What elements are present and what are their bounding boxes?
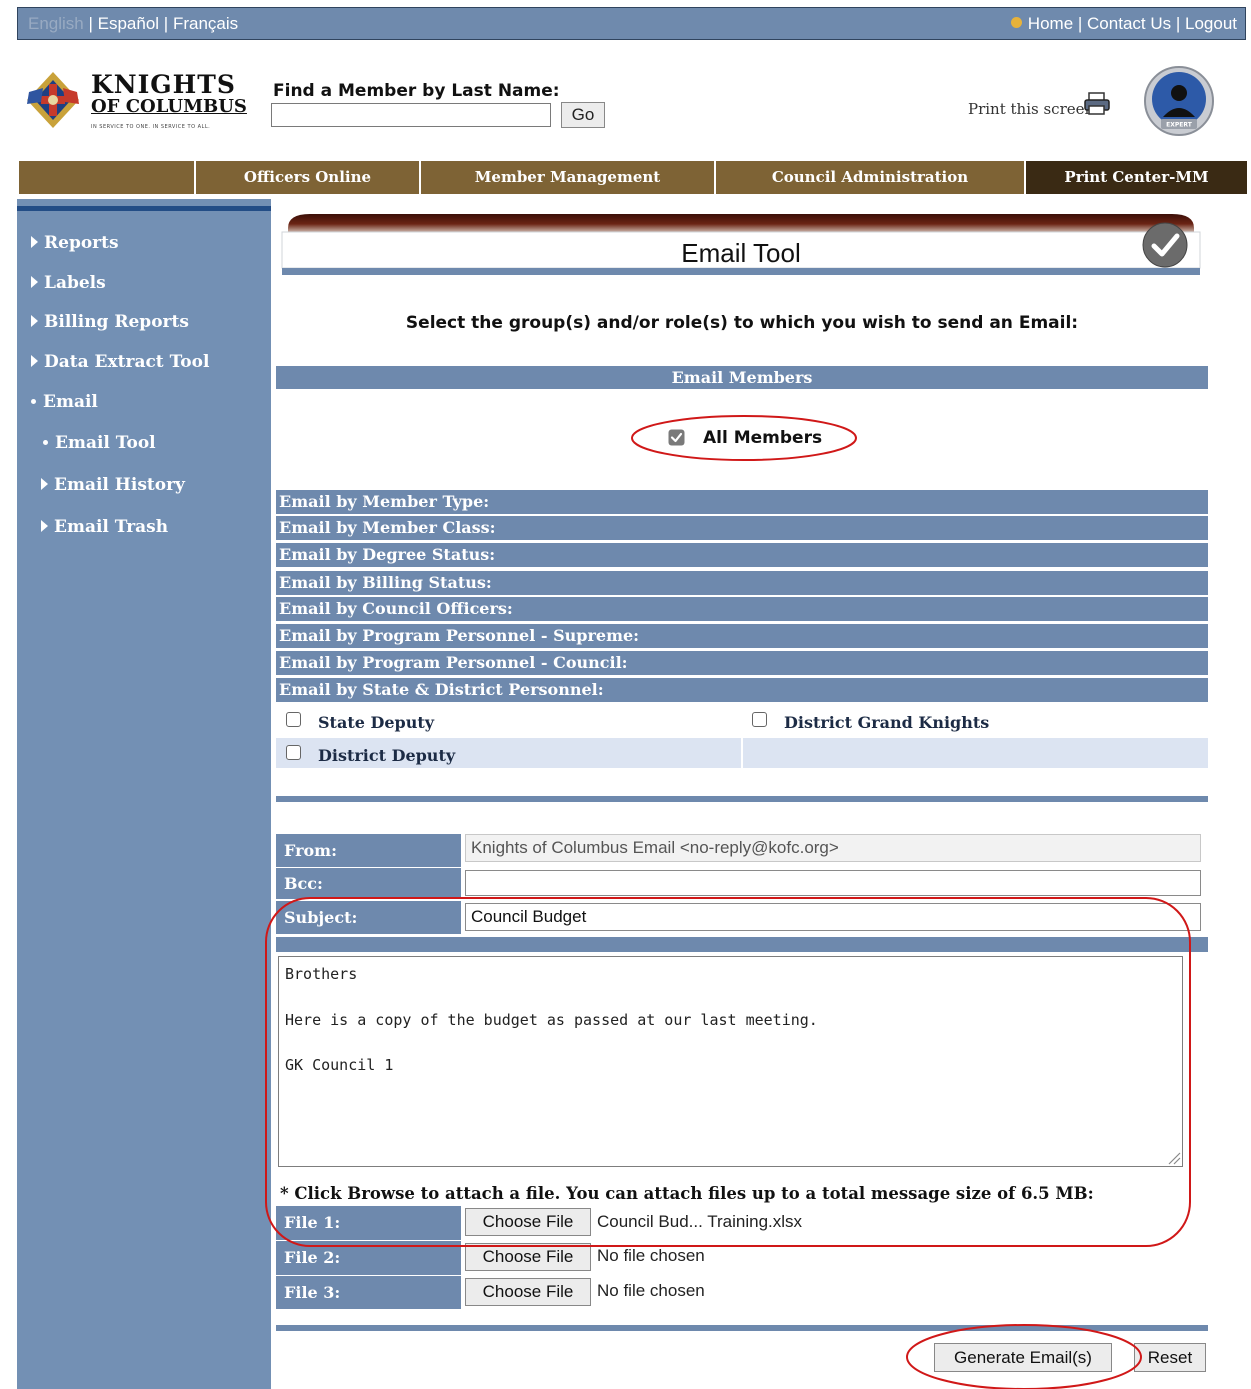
email-members-header: Email Members	[276, 366, 1208, 389]
printer-icon[interactable]	[1083, 92, 1111, 116]
page-title-panel: Email Tool	[280, 210, 1202, 278]
last-name-search-input[interactable]	[271, 103, 551, 127]
from-label: From:	[276, 834, 461, 867]
district-grand-knights-checkbox[interactable]	[752, 712, 767, 727]
all-members-label: All Members	[703, 428, 823, 448]
nav-tab-officers-online[interactable]: Officers Online	[194, 161, 419, 194]
message-header-bar	[276, 937, 1208, 952]
nav-tab-blank[interactable]	[19, 161, 194, 194]
caret-right-icon	[31, 276, 38, 288]
state-deputy-checkbox[interactable]	[286, 712, 301, 727]
main-nav: Officers Online Member Management Counci…	[19, 161, 1247, 194]
sidebar-item-data-extract-tool[interactable]: Data Extract Tool	[31, 352, 209, 372]
sidebar-item-labels[interactable]: Labels	[31, 273, 106, 293]
file2-name: No file chosen	[597, 1246, 705, 1265]
lang-english[interactable]: English	[28, 14, 84, 33]
kofc-logo[interactable]: KNIGHTS OF COLUMBUS IN SERVICE TO ONE. I…	[19, 68, 264, 134]
section-member-type[interactable]: Email by Member Type:	[276, 490, 1208, 514]
message-textarea[interactable]: Brothers Here is a copy of the budget as…	[278, 956, 1183, 1167]
sidebar-subitem-email-trash[interactable]: Email Trash	[41, 517, 168, 537]
contact-us-link[interactable]: Contact Us	[1087, 14, 1171, 33]
top-bar: English | Español | Français Home | Cont…	[17, 7, 1246, 40]
district-deputy-label: District Deputy	[318, 746, 456, 765]
section-billing-status[interactable]: Email by Billing Status:	[276, 571, 1208, 595]
sidebar-subitem-email-history[interactable]: Email History	[41, 475, 185, 495]
footer-separator-bar	[276, 1325, 1208, 1331]
section-program-personnel-supreme[interactable]: Email by Program Personnel - Supreme:	[276, 624, 1208, 648]
caret-right-icon	[41, 520, 48, 532]
caret-right-icon	[31, 355, 38, 367]
file3-name: No file chosen	[597, 1281, 705, 1300]
find-member-label: Find a Member by Last Name:	[273, 81, 560, 101]
file1-name: Council Bud... Training.xlsx	[597, 1212, 803, 1231]
page-title: Email Tool	[681, 238, 801, 268]
file2-choose-button[interactable]: Choose File	[465, 1243, 591, 1271]
reset-button[interactable]: Reset	[1134, 1343, 1206, 1372]
sidebar-item-email[interactable]: Email	[31, 392, 98, 412]
sidebar-item-billing-reports[interactable]: Billing Reports	[31, 312, 189, 332]
sidebar-top-line	[17, 206, 271, 211]
badge-label: EXPERT	[1166, 122, 1193, 129]
district-grand-knights-label: District Grand Knights	[784, 713, 990, 732]
sidebar-item-reports[interactable]: Reports	[31, 233, 119, 253]
all-members-checkbox[interactable]	[668, 429, 685, 446]
caret-right-icon	[31, 236, 38, 248]
file2-label: File 2:	[276, 1241, 461, 1275]
file3-label: File 3:	[276, 1276, 461, 1309]
logout-link[interactable]: Logout	[1185, 14, 1237, 33]
logo-title: KNIGHTS	[91, 70, 236, 99]
separator-bar	[276, 796, 1208, 802]
file1-choose-button[interactable]: Choose File	[465, 1208, 591, 1236]
checkmark-icon	[1142, 222, 1188, 268]
section-member-class[interactable]: Email by Member Class:	[276, 516, 1208, 540]
nav-tab-council-administration[interactable]: Council Administration	[714, 161, 1024, 194]
top-links: Home | Contact Us | Logout	[1010, 14, 1237, 34]
sidebar: Reports Labels Billing Reports Data Extr…	[17, 199, 271, 1389]
bullet-icon	[31, 399, 36, 404]
subject-label: Subject:	[276, 901, 461, 934]
sidebar-subitem-email-tool[interactable]: Email Tool	[43, 433, 156, 453]
caret-right-icon	[31, 315, 38, 327]
resize-handle-icon[interactable]	[1167, 1151, 1181, 1165]
language-switcher: English | Español | Français	[28, 14, 239, 33]
go-button[interactable]: Go	[561, 102, 605, 128]
lang-espanol[interactable]: Español	[98, 14, 159, 33]
bcc-label: Bcc:	[276, 868, 461, 899]
kofc-emblem-icon	[27, 72, 79, 128]
section-council-officers[interactable]: Email by Council Officers:	[276, 597, 1208, 621]
bullet-icon	[43, 440, 48, 445]
attach-instructions: * Click Browse to attach a file. You can…	[280, 1184, 1094, 1203]
generate-emails-button[interactable]: Generate Email(s)	[934, 1343, 1112, 1372]
bcc-field[interactable]	[465, 870, 1201, 896]
expert-badge-icon: EXPERT	[1144, 66, 1214, 136]
file3-choose-button[interactable]: Choose File	[465, 1278, 591, 1306]
section-degree-status[interactable]: Email by Degree Status:	[276, 543, 1208, 567]
from-field: Knights of Columbus Email <no-reply@kofc…	[465, 834, 1201, 862]
section-state-district-personnel[interactable]: Email by State & District Personnel:	[276, 678, 1208, 702]
section-program-personnel-council[interactable]: Email by Program Personnel - Council:	[276, 651, 1208, 675]
caret-right-icon	[41, 478, 48, 490]
district-deputy-checkbox[interactable]	[286, 745, 301, 760]
lang-francais[interactable]: Français	[173, 14, 238, 33]
subject-field[interactable]: Council Budget	[465, 903, 1201, 931]
instruction-text: Select the group(s) and/or role(s) to wh…	[405, 313, 1079, 333]
nav-tab-print-center[interactable]: Print Center-MM	[1024, 161, 1247, 194]
nav-tab-member-management[interactable]: Member Management	[419, 161, 714, 194]
state-deputy-label: State Deputy	[318, 713, 435, 732]
file1-label: File 1:	[276, 1206, 461, 1240]
logo-subtitle: OF COLUMBUS	[91, 96, 247, 117]
home-bullet-icon	[1010, 17, 1022, 28]
home-link[interactable]: Home	[1028, 14, 1073, 33]
logo-tagline: IN SERVICE TO ONE. IN SERVICE TO ALL.	[91, 124, 211, 130]
print-screen-link[interactable]: Print this screen	[968, 100, 1094, 118]
